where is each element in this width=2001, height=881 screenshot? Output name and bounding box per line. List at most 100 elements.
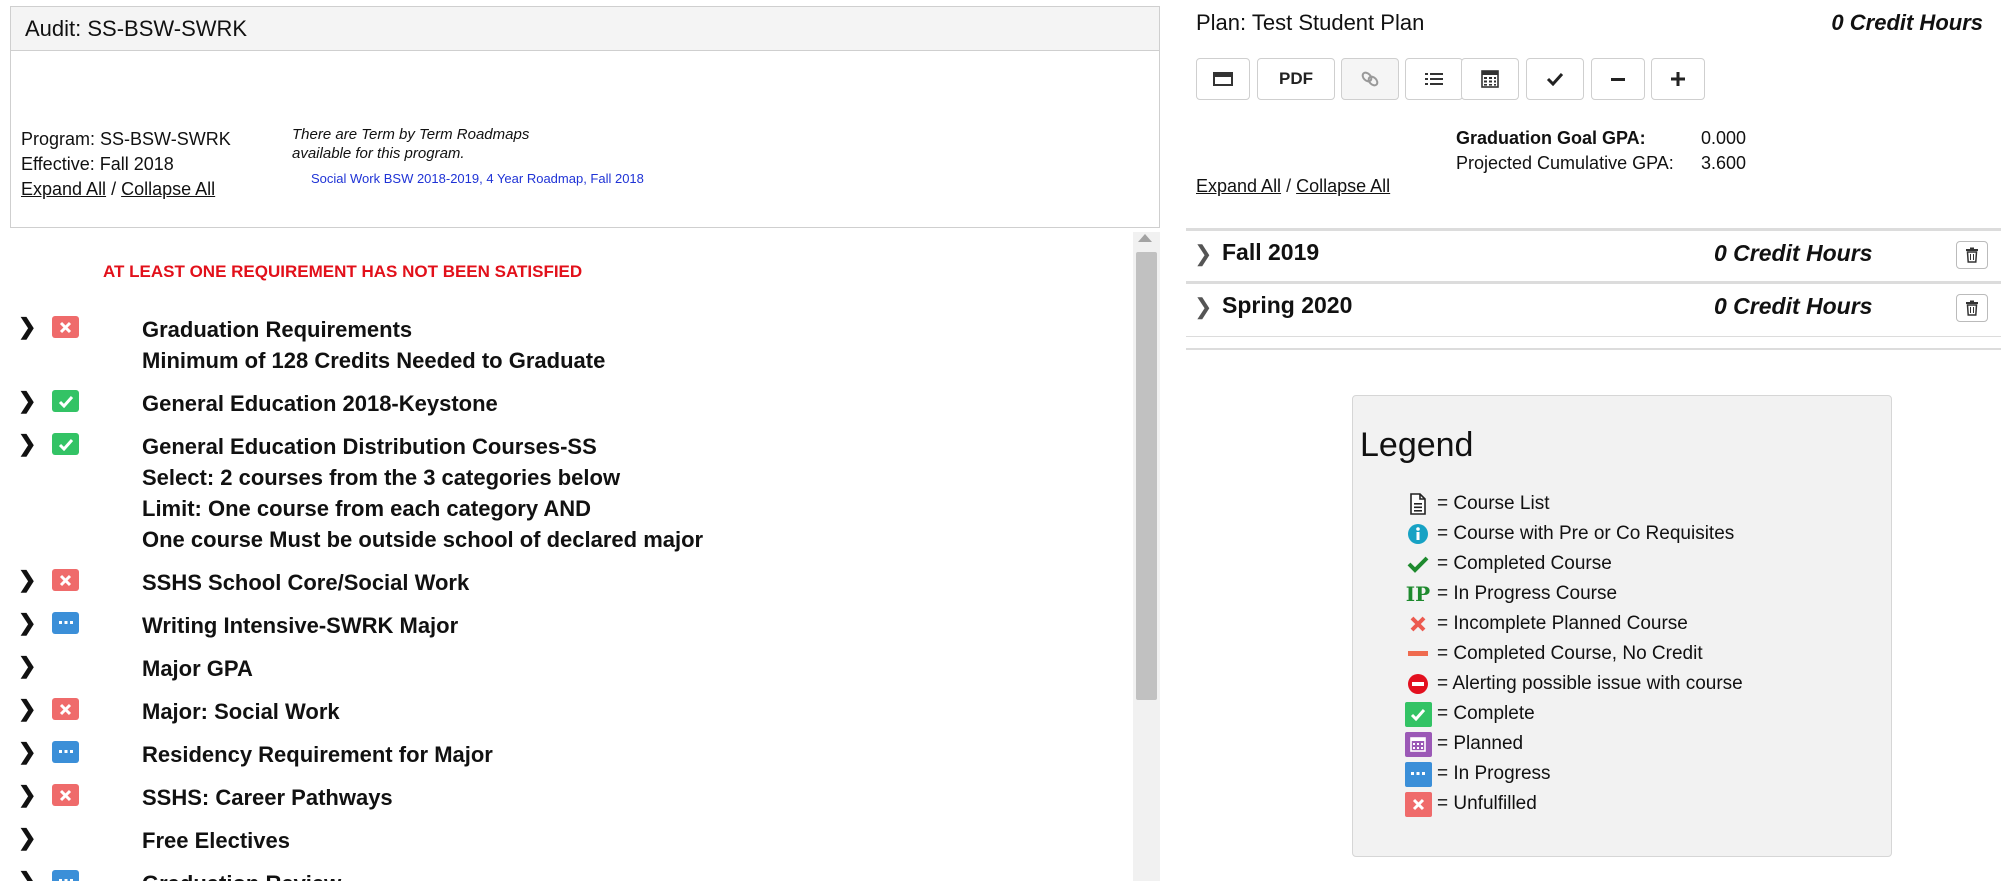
chevron-right-icon[interactable]: ❯ (18, 696, 36, 722)
term-row[interactable]: ❯ Fall 2019 0 Credit Hours (1186, 228, 2001, 278)
in-progress-square-icon (1403, 759, 1433, 789)
complete-check-icon (52, 433, 79, 455)
x-icon (1403, 609, 1433, 639)
requirement-title: Writing Intensive-SWRK Major (142, 610, 458, 641)
term-row[interactable]: ❯ Spring 2020 0 Credit Hours (1186, 281, 2001, 331)
term-name: Fall 2019 (1222, 239, 1320, 265)
legend-label: = Course with Pre or Co Requisites (1437, 523, 1735, 544)
requirement-line: Residency Requirement for Major (142, 742, 493, 767)
unfulfilled-x-icon (52, 784, 79, 806)
legend-item: = In Progress (1403, 759, 1551, 789)
legend-label: = Alerting possible issue with course (1437, 673, 1743, 694)
legend-label: = Complete (1437, 703, 1535, 724)
complete-square-icon (1403, 699, 1433, 729)
legend-label: = In Progress Course (1437, 583, 1618, 604)
requirement-title: General Education Distribution Courses-S… (142, 431, 703, 555)
audit-collapse-all-link[interactable]: Collapse All (121, 179, 215, 199)
check-button[interactable] (1526, 58, 1584, 100)
unfulfilled-x-icon (52, 569, 79, 591)
planned-square-icon (1403, 729, 1433, 759)
program-info: Program: SS-BSW-SWRK Effective: Fall 201… (21, 127, 231, 202)
chevron-right-icon[interactable]: ❯ (18, 388, 36, 414)
checkmark-icon (1403, 549, 1433, 579)
plan-terms-footer (1186, 336, 2001, 350)
requirement-line: SSHS School Core/Social Work (142, 570, 470, 595)
chevron-right-icon[interactable]: ❯ (18, 739, 36, 765)
chevron-right-icon[interactable]: ❯ (18, 868, 36, 881)
add-term-button[interactable] (1651, 58, 1705, 100)
chevron-right-icon[interactable]: ❯ (18, 431, 36, 457)
legend-item: = Planned (1403, 729, 1523, 759)
requirement-line: Select: 2 courses from the 3 categories … (142, 465, 621, 490)
chevron-right-icon[interactable]: ❯ (18, 653, 36, 679)
legend-item: = Alerting possible issue with course (1403, 669, 1743, 699)
plan-expand-collapse: Expand All / Collapse All (1196, 176, 1390, 197)
legend-box: Legend = Course List = Course with Pre or… (1352, 395, 1892, 857)
list-icon (1425, 73, 1443, 85)
in-progress-dots-icon (52, 741, 79, 763)
requirement-line: One course Must be outside school of dec… (142, 527, 704, 552)
requirement-title: Free Electives (142, 825, 290, 856)
course-list-icon (1403, 489, 1433, 519)
in-progress-dots-icon (52, 612, 79, 634)
plan-credit-hours: 0 Credit Hours (1831, 10, 1983, 35)
term-name: Spring 2020 (1222, 292, 1353, 318)
plan-collapse-all-link[interactable]: Collapse All (1296, 176, 1390, 196)
calculator-icon (1481, 70, 1499, 88)
roadmap-link[interactable]: Social Work BSW 2018-2019, 4 Year Roadma… (311, 171, 644, 186)
notes-button[interactable] (1196, 58, 1250, 100)
requirement-line: Limit: One course from each category AND (142, 496, 592, 521)
delete-term-button[interactable] (1956, 241, 1988, 269)
chain-link-icon (1361, 71, 1379, 87)
scroll-thumb[interactable] (1136, 252, 1157, 700)
chevron-right-icon[interactable]: ❯ (1194, 294, 1212, 320)
requirement-line: Writing Intensive-SWRK Major (142, 613, 459, 638)
legend-item: = Incomplete Planned Course (1403, 609, 1688, 639)
scroll-up-arrow-icon[interactable] (1138, 234, 1152, 242)
chevron-right-icon[interactable]: ❯ (18, 782, 36, 808)
trash-icon (1966, 247, 1978, 263)
graduation-goal-gpa: Graduation Goal GPA: 0.000 (1456, 126, 1746, 151)
chevron-right-icon[interactable]: ❯ (1194, 241, 1212, 267)
requirement-title: Residency Requirement for Major (142, 739, 493, 770)
legend-item: = Course List (1403, 489, 1549, 519)
requirement-line: Graduation Review (142, 868, 341, 881)
gpa-goal-value: 0.000 (1701, 128, 1747, 148)
chevron-right-icon[interactable]: ❯ (18, 567, 36, 593)
legend-label: = Unfulfilled (1437, 793, 1537, 814)
link-separator: / (111, 179, 117, 199)
calculator-button[interactable] (1461, 58, 1519, 100)
legend-label: = Completed Course, No Credit (1437, 643, 1703, 664)
roadmap-note: There are Term by Term Roadmaps availabl… (292, 125, 529, 163)
dash-icon (1403, 639, 1433, 669)
audit-scrollbar[interactable] (1133, 232, 1160, 881)
audit-expand-all-link[interactable]: Expand All (21, 179, 106, 199)
legend-item: = Unfulfilled (1403, 789, 1537, 819)
chevron-right-icon[interactable]: ❯ (18, 610, 36, 636)
legend-item: = Completed Course, No Credit (1403, 639, 1703, 669)
audit-header: Audit: SS-BSW-SWRK (11, 7, 1159, 51)
audit-panel: Audit: SS-BSW-SWRK Program: SS-BSW-SWRK … (10, 6, 1160, 228)
requirement-title: Major GPA (142, 653, 253, 684)
requirement-line: Minimum of 128 Credits Needed to Graduat… (142, 348, 606, 373)
chevron-right-icon[interactable]: ❯ (18, 825, 36, 851)
requirement-line: SSHS: Career Pathways (142, 785, 393, 810)
requirement-line: Free Electives (142, 828, 290, 853)
delete-term-button[interactable] (1956, 294, 1988, 322)
pdf-button[interactable]: PDF (1257, 58, 1335, 100)
legend-label: = In Progress (1437, 763, 1551, 784)
requirement-line: General Education Distribution Courses-S… (142, 434, 597, 459)
legend-title: Legend (1360, 426, 1474, 464)
trash-icon (1966, 300, 1978, 316)
legend-item: = Complete (1403, 699, 1535, 729)
audit-title: Audit: SS-BSW-SWRK (25, 15, 248, 41)
chevron-right-icon[interactable]: ❯ (18, 314, 36, 340)
plan-expand-all-link[interactable]: Expand All (1196, 176, 1281, 196)
link-button[interactable] (1341, 58, 1399, 100)
effective-term: Effective: Fall 2018 (21, 154, 174, 174)
card-icon (1213, 72, 1233, 86)
legend-label: = Completed Course (1437, 553, 1612, 574)
requirement-title: Graduation Review (142, 868, 341, 881)
collapse-button[interactable] (1591, 58, 1645, 100)
list-view-button[interactable] (1405, 58, 1463, 100)
